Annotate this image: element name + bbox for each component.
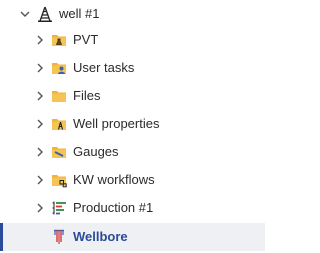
wellbore-icon (51, 229, 67, 245)
tree-item-production-1[interactable]: Production #1 (0, 194, 265, 222)
chevron-right-icon[interactable] (33, 173, 47, 187)
tree-item-files[interactable]: Files (0, 82, 265, 110)
tree-item-label: well #1 (59, 6, 100, 21)
tree-item-well-properties[interactable]: Well properties (0, 110, 265, 138)
gauges-folder-icon (51, 144, 67, 160)
tree-item-label: Production #1 (73, 200, 154, 215)
tree-item-wellbore[interactable]: Wellbore (0, 223, 265, 251)
tree-item-user-tasks[interactable]: User tasks (0, 54, 265, 82)
tree-item-gauges[interactable]: Gauges (0, 138, 265, 166)
well-properties-folder-icon (51, 116, 67, 132)
tree-item-pvt[interactable]: PVT (0, 26, 265, 54)
selection-indicator (0, 223, 3, 251)
workflows-folder-icon (51, 172, 67, 188)
folder-icon (51, 88, 67, 104)
chevron-right-icon[interactable] (33, 117, 47, 131)
tree-item-label: Gauges (73, 144, 119, 159)
chevron-right-icon[interactable] (33, 201, 47, 215)
well-derrick-icon (37, 6, 53, 22)
tree-item-kw-workflows[interactable]: KW workflows (0, 166, 265, 194)
tree-item-label: KW workflows (73, 172, 155, 187)
tree-item-well-1[interactable]: well #1 (0, 0, 265, 28)
chevron-down-icon[interactable] (18, 7, 32, 21)
chevron-right-icon[interactable] (33, 61, 47, 75)
pvt-folder-icon (51, 32, 67, 48)
project-tree: well #1 PVT User tasks Files Well proper… (0, 0, 265, 253)
tree-item-label: User tasks (73, 60, 135, 75)
chevron-right-icon[interactable] (33, 145, 47, 159)
tree-item-label: PVT (73, 32, 99, 47)
user-tasks-folder-icon (51, 60, 67, 76)
tree-item-label: Wellbore (73, 229, 128, 244)
chevron-right-icon[interactable] (33, 33, 47, 47)
tree-item-label: Well properties (73, 116, 160, 131)
tree-item-label: Files (73, 88, 101, 103)
chevron-right-icon[interactable] (33, 89, 47, 103)
production-icon (51, 200, 67, 216)
